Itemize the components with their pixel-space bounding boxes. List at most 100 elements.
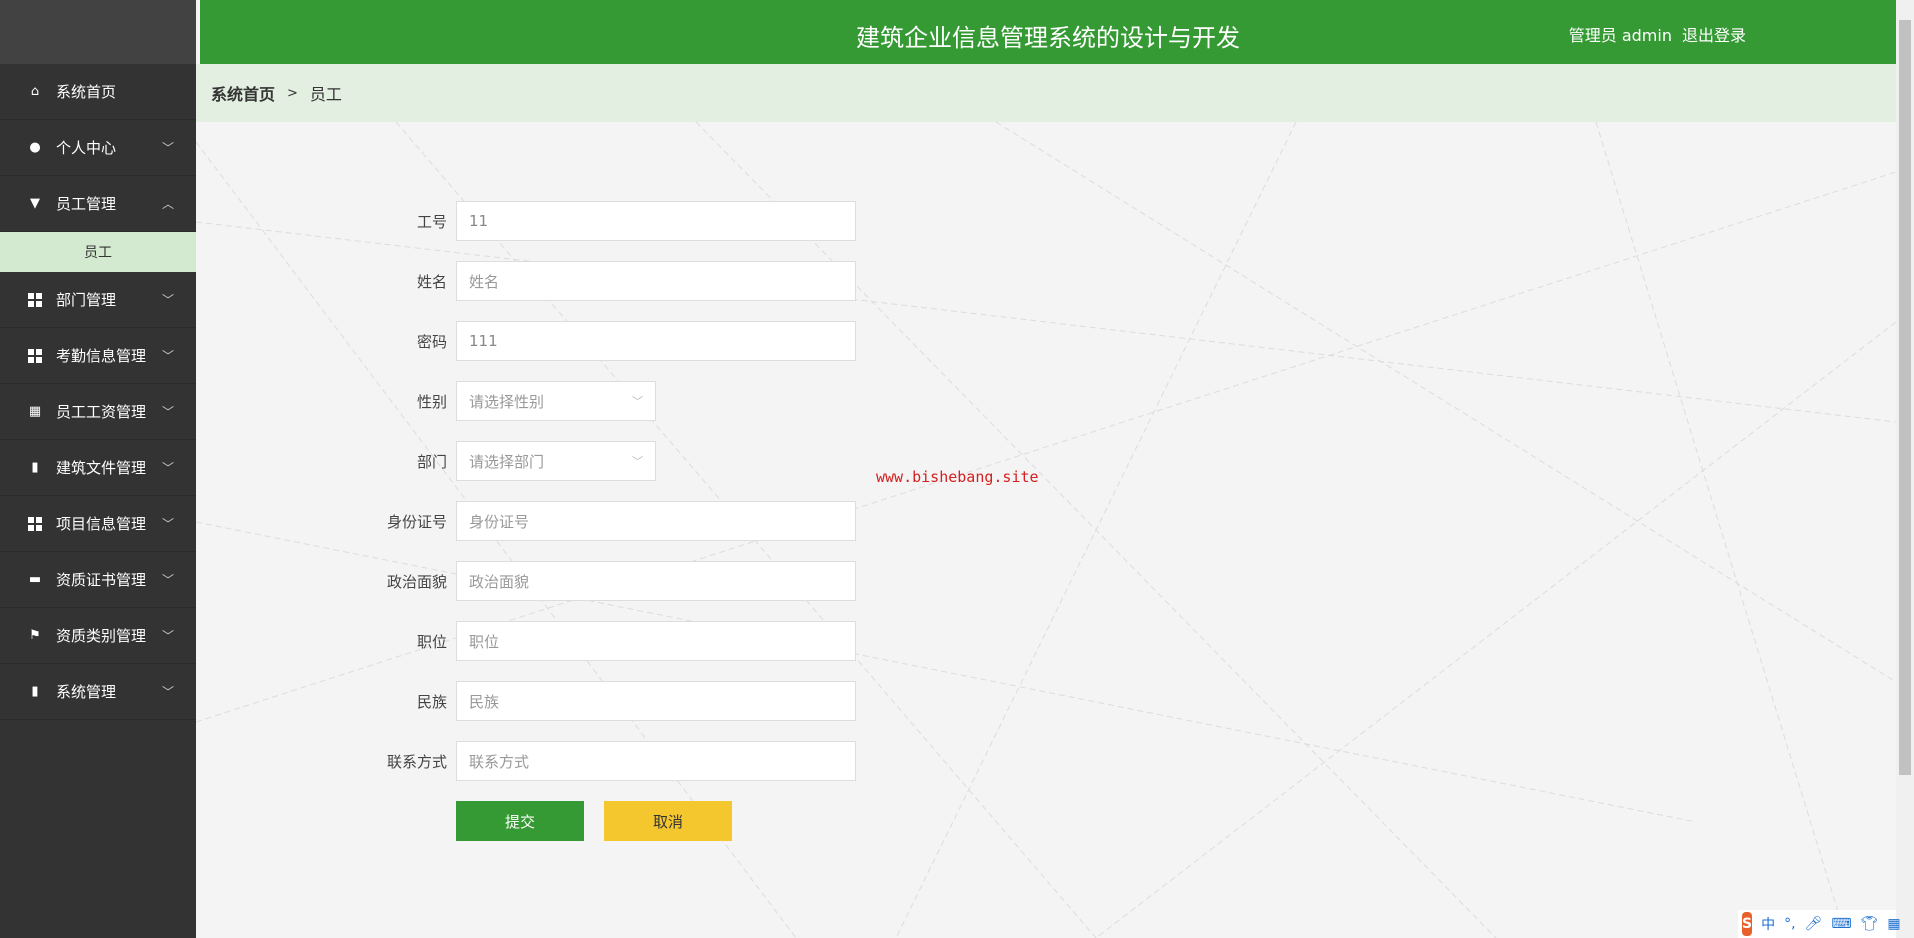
submit-button[interactable]: 提交 <box>456 801 584 841</box>
field-text: 111 <box>469 332 498 350</box>
sidebar-item-label: 个人中心 <box>56 139 117 157</box>
breadcrumb-separator: > <box>287 85 298 101</box>
cancel-button[interactable]: 取消 <box>604 801 732 841</box>
sidebar-item[interactable]: ▮ 系统管理 ﹀ <box>0 664 196 720</box>
sogou-logo-icon[interactable]: S <box>1742 912 1753 936</box>
form-row: 姓名 姓名 <box>370 261 856 301</box>
input-field[interactable]: 政治面貌 <box>456 561 856 601</box>
logout-link[interactable]: 退出登录 <box>1682 26 1746 45</box>
sidebar-item[interactable]: 部门管理 ﹀ <box>0 272 196 328</box>
field-text: 姓名 <box>469 272 500 291</box>
field-label: 联系方式 <box>386 752 447 771</box>
sidebar-item-label: 项目信息管理 <box>56 515 147 533</box>
ime-toolbar: S 中 °, 🎤︎ ⌨ 👕︎ ▦ <box>1738 910 1901 938</box>
sidebar-item-label: 系统管理 <box>56 683 117 701</box>
chevron-down-icon[interactable]: ﹀ <box>162 571 174 588</box>
chevron-down-icon[interactable]: ﹀ <box>162 347 174 364</box>
chevron-down-icon[interactable]: ﹀ <box>162 139 174 156</box>
sidebar-item[interactable]: ⌂ 系统首页 <box>0 64 196 120</box>
chevron-down-icon[interactable]: ﹀ <box>162 291 174 308</box>
field-label: 职位 <box>416 632 447 651</box>
select-field[interactable]: 请选择性别 ﹀ <box>456 381 656 421</box>
skin-icon[interactable]: 👕︎ <box>1861 916 1879 932</box>
field-text: 请选择性别 <box>469 392 545 411</box>
breadcrumb: 系统首页 > 员工 <box>196 64 1896 122</box>
input-field[interactable]: 身份证号 <box>456 501 856 541</box>
form-row: 密码 111 <box>370 321 856 361</box>
field-text: 11 <box>469 212 489 230</box>
field-label: 政治面貌 <box>386 572 447 591</box>
sidebar-item[interactable]: 考勤信息管理 ﹀ <box>0 328 196 384</box>
header: 建筑企业信息管理系统的设计与开发 管理员 admin 退出登录 <box>200 0 1896 64</box>
sidebar-item[interactable]: 项目信息管理 ﹀ <box>0 496 196 552</box>
flag-icon: ⚑ <box>29 628 41 643</box>
field-label: 部门 <box>416 452 447 471</box>
watermark: www.bishebang.site <box>876 468 1039 486</box>
input-field[interactable]: 11 <box>456 201 856 241</box>
input-field[interactable]: 111 <box>456 321 856 361</box>
keyboard-icon[interactable]: ⌨ <box>1831 916 1851 932</box>
sidebar-item-label: 员工管理 <box>56 195 117 213</box>
sidebar-item[interactable]: ▼ 员工管理 ︿ <box>0 176 196 232</box>
field-text: 民族 <box>469 692 500 711</box>
field-text: 联系方式 <box>469 752 530 771</box>
grid-icon <box>28 348 42 363</box>
sidebar-item[interactable]: ● 个人中心 ﹀ <box>0 120 196 176</box>
chevron-down-icon[interactable]: ﹀ <box>162 403 174 420</box>
form-row: 联系方式 联系方式 <box>370 741 856 781</box>
ime-punct[interactable]: °, <box>1784 916 1795 932</box>
sidebar-item[interactable]: ▬ 资质证书管理 ﹀ <box>0 552 196 608</box>
brush-icon: ▼ <box>30 196 40 211</box>
form-row: 性别 请选择性别 ﹀ <box>370 381 656 421</box>
chevron-down-icon: ﹀ <box>632 395 643 408</box>
sidebar-item-label: 建筑文件管理 <box>56 459 147 477</box>
sidebar-item-label: 资质证书管理 <box>56 571 147 589</box>
field-text: 身份证号 <box>469 512 530 531</box>
field-label: 工号 <box>416 212 447 231</box>
scrollbar-thumb[interactable] <box>1899 20 1911 775</box>
apps-icon[interactable]: ▦ <box>1887 916 1900 932</box>
user-icon: ● <box>29 140 41 155</box>
sidebar-item-label: 考勤信息管理 <box>56 347 147 365</box>
select-field[interactable]: 请选择部门 ﹀ <box>456 441 656 481</box>
field-label: 性别 <box>416 392 447 411</box>
field-text: 职位 <box>469 632 500 651</box>
input-field[interactable]: 姓名 <box>456 261 856 301</box>
input-field[interactable]: 联系方式 <box>456 741 856 781</box>
chevron-down-icon: ﹀ <box>632 455 643 468</box>
form-row: 身份证号 身份证号 <box>370 501 856 541</box>
ime-lang[interactable]: 中 <box>1761 914 1775 934</box>
field-label: 姓名 <box>416 272 447 291</box>
input-field[interactable]: 职位 <box>456 621 856 661</box>
sidebar-item-label: 员工工资管理 <box>56 403 147 421</box>
table-icon: ▦ <box>28 404 42 419</box>
home-icon: ⌂ <box>30 84 40 99</box>
form-row: 政治面貌 政治面貌 <box>370 561 856 601</box>
bar-chart-icon: ▮ <box>31 684 39 699</box>
field-text: 政治面貌 <box>469 572 530 591</box>
form-row: 部门 请选择部门 ﹀ <box>370 441 656 481</box>
input-field[interactable]: 民族 <box>456 681 856 721</box>
scrollbar[interactable] <box>1896 0 1914 938</box>
form-row: 民族 民族 <box>370 681 856 721</box>
sidebar: ⌂ 系统首页 ● 个人中心 ﹀ ▼ 员工管理 ︿ 员工 部门管理 ﹀ 考勤信息管理 ﹀ ▦ 员工工资管理 ﹀ ▮… <box>0 0 196 938</box>
chevron-down-icon[interactable]: ﹀ <box>162 627 174 644</box>
field-label: 身份证号 <box>386 512 447 531</box>
microphone-icon[interactable]: 🎤︎ <box>1805 916 1823 932</box>
sidebar-item[interactable]: ⚑ 资质类别管理 ﹀ <box>0 608 196 664</box>
ticket-icon: ▬ <box>28 572 42 587</box>
breadcrumb-current: 员工 <box>309 85 342 104</box>
form-row: 职位 职位 <box>370 621 856 661</box>
sidebar-subitem[interactable]: 员工 <box>0 232 196 272</box>
form-row: 工号 11 <box>370 201 856 241</box>
sidebar-item-label: 资质类别管理 <box>56 627 147 645</box>
sidebar-item[interactable]: ▦ 员工工资管理 ﹀ <box>0 384 196 440</box>
chevron-down-icon[interactable]: ﹀ <box>162 459 174 476</box>
logo-area <box>0 0 196 64</box>
chevron-down-icon[interactable]: ﹀ <box>162 515 174 532</box>
sidebar-item[interactable]: ▮ 建筑文件管理 ﹀ <box>0 440 196 496</box>
chevron-down-icon[interactable]: ﹀ <box>162 683 174 700</box>
breadcrumb-home[interactable]: 系统首页 <box>211 81 275 105</box>
user-label: 管理员 admin <box>1568 26 1672 45</box>
chevron-up-icon[interactable]: ︿ <box>162 195 174 212</box>
